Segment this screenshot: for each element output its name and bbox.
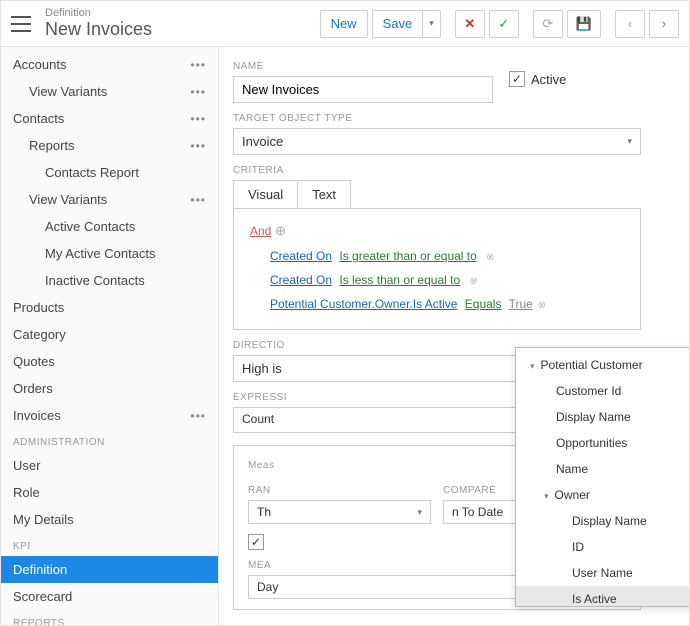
sidebar-item[interactable]: Scorecard xyxy=(1,583,218,610)
new-button[interactable]: New xyxy=(320,10,368,38)
sidebar: Accounts•••View Variants•••Contacts•••Re… xyxy=(1,47,219,625)
popup-item[interactable]: Potential Customer xyxy=(516,352,689,378)
popup-item[interactable]: Display Name xyxy=(516,508,689,534)
sidebar-item[interactable]: My Active Contacts xyxy=(1,240,218,267)
criteria-field[interactable]: Potential Customer.Owner.Is Active xyxy=(270,297,457,311)
active-checkbox[interactable]: ✓ xyxy=(509,71,525,87)
popup-item[interactable]: Display Name xyxy=(516,404,689,430)
cancel-button[interactable]: ✕ xyxy=(455,10,485,38)
gear-icon[interactable]: ⊕ xyxy=(275,223,286,238)
sidebar-item[interactable]: View Variants••• xyxy=(1,186,218,213)
sidebar-section-header: REPORTS xyxy=(1,610,218,625)
criteria-op[interactable]: Is greater than or equal to xyxy=(339,249,476,263)
criteria-row: Potential Customer.Owner.Is Active Equal… xyxy=(270,297,624,311)
remove-icon[interactable]: ⊗ xyxy=(486,252,494,263)
criteria-label: CRITERIA xyxy=(233,165,675,176)
sidebar-item[interactable]: Products xyxy=(1,294,218,321)
sidebar-item[interactable]: Quotes xyxy=(1,348,218,375)
popup-item[interactable]: User Name xyxy=(516,560,689,586)
criteria-and[interactable]: And xyxy=(250,224,271,238)
sidebar-item[interactable]: Orders xyxy=(1,375,218,402)
ran-label: RAN xyxy=(248,485,431,496)
sidebar-item[interactable]: Reports••• xyxy=(1,132,218,159)
criteria-value[interactable]: True xyxy=(509,297,533,311)
save-layout-button[interactable]: 💾 xyxy=(567,10,601,38)
range-select[interactable]: Th▾ xyxy=(248,500,431,524)
app-header: Definition New Invoices New Save ▾ ✕ ✓ ⟳… xyxy=(1,1,689,47)
tab-text[interactable]: Text xyxy=(298,181,350,208)
sidebar-item[interactable]: Category xyxy=(1,321,218,348)
popup-item[interactable]: Owner xyxy=(516,482,689,508)
sidebar-item[interactable]: View Variants••• xyxy=(1,78,218,105)
sidebar-section-header: ADMINISTRATION xyxy=(1,429,218,452)
sidebar-item[interactable]: Definition xyxy=(1,556,218,583)
sidebar-item[interactable]: Contacts••• xyxy=(1,105,218,132)
criteria-op[interactable]: Is less than or equal to xyxy=(339,273,460,287)
next-button[interactable]: › xyxy=(649,10,679,38)
sidebar-item[interactable]: Role xyxy=(1,479,218,506)
criteria-field[interactable]: Created On xyxy=(270,273,332,287)
popup-item[interactable]: Name xyxy=(516,456,689,482)
sidebar-item[interactable]: My Details xyxy=(1,506,218,533)
criteria-row: Created On Is less than or equal to ⊗ xyxy=(270,273,624,287)
refresh-button[interactable]: ⟳ xyxy=(533,10,563,38)
sidebar-section-header: KPI xyxy=(1,533,218,556)
page-supertitle: Definition xyxy=(45,7,320,19)
toolbar: New Save ▾ ✕ ✓ ⟳ 💾 ‹ › xyxy=(320,10,679,38)
field-picker-popup: Potential CustomerCustomer IdDisplay Nam… xyxy=(515,347,689,607)
sidebar-item[interactable]: Active Contacts xyxy=(1,213,218,240)
criteria-op[interactable]: Equals xyxy=(465,297,502,311)
sidebar-item[interactable]: User xyxy=(1,452,218,479)
popup-item[interactable]: Customer Id xyxy=(516,378,689,404)
confirm-button[interactable]: ✓ xyxy=(489,10,519,38)
criteria-editor: And ⊕ Created On Is greater than or equa… xyxy=(233,208,641,330)
target-label: TARGET OBJECT TYPE xyxy=(233,113,675,124)
tab-visual[interactable]: Visual xyxy=(234,181,298,208)
menu-toggle-icon[interactable] xyxy=(11,16,31,32)
sidebar-item[interactable]: Accounts••• xyxy=(1,51,218,78)
inner-checkbox[interactable]: ✓ xyxy=(248,534,264,550)
sidebar-item[interactable]: Contacts Report xyxy=(1,159,218,186)
remove-icon[interactable]: ⊗ xyxy=(469,276,477,287)
remove-icon[interactable]: ⊗ xyxy=(535,300,546,311)
name-input[interactable] xyxy=(233,76,493,103)
popup-item[interactable]: ID xyxy=(516,534,689,560)
criteria-field[interactable]: Created On xyxy=(270,249,332,263)
criteria-row: Created On Is greater than or equal to ⊗ xyxy=(270,249,624,263)
active-label: Active xyxy=(531,72,566,87)
sidebar-item[interactable]: Inactive Contacts xyxy=(1,267,218,294)
name-label: NAME xyxy=(233,61,493,72)
save-button[interactable]: Save xyxy=(372,10,423,38)
popup-item[interactable]: Is Active xyxy=(516,586,689,606)
sidebar-item[interactable]: Invoices••• xyxy=(1,402,218,429)
popup-item[interactable]: Opportunities xyxy=(516,430,689,456)
save-dropdown-button[interactable]: ▾ xyxy=(422,10,441,38)
page-title: New Invoices xyxy=(45,19,320,40)
prev-button[interactable]: ‹ xyxy=(615,10,645,38)
main-content: NAME ✓ Active TARGET OBJECT TYPE Invoice… xyxy=(219,47,689,625)
target-object-select[interactable]: Invoice▾ xyxy=(233,128,641,155)
